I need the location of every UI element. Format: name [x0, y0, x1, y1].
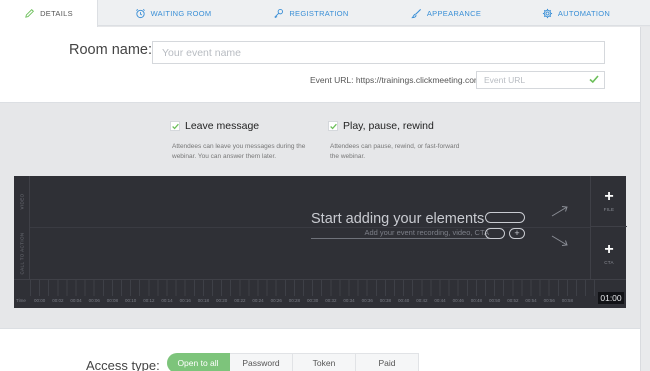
- ruler-tick-label: 00:14: [161, 298, 173, 303]
- room-name-label: Room name:: [69, 42, 153, 58]
- tab-registration-label: REGISTRATION: [289, 8, 349, 18]
- current-time-badge: 01:00: [598, 292, 624, 304]
- ruler-tick-lines: [30, 280, 598, 296]
- tab-automation[interactable]: AUTOMATION: [540, 0, 612, 26]
- ruler-tick-label: 00:34: [343, 298, 355, 303]
- plus-icon: +: [604, 240, 614, 258]
- start-adding-title: Start adding your elements: [311, 211, 485, 227]
- pencil-icon: [25, 9, 35, 18]
- tab-appearance[interactable]: APPEARANCE: [408, 0, 484, 26]
- add-element-icon[interactable]: +: [509, 228, 525, 239]
- ruler-tick-label: 00:32: [325, 298, 337, 303]
- details-panel: [0, 27, 640, 103]
- ruler-tick-label: 00:30: [307, 298, 319, 303]
- ruler-tick-label: 00:36: [361, 298, 373, 303]
- scrollbar[interactable]: [640, 27, 650, 371]
- play-pause-description: Attendees can pause, rewind, or fast-for…: [330, 143, 460, 160]
- lane-divider: [30, 227, 590, 228]
- ruler-tick-label: 00:16: [179, 298, 191, 303]
- access-type-label: Access type:: [86, 358, 160, 371]
- add-file-label: FILE: [603, 207, 615, 212]
- tab-details-label: DETAILS: [40, 9, 73, 18]
- ruler-tick-label: 00:04: [70, 298, 82, 303]
- ruler-tick-labels: Time 00:00 00:02 00:04 00:06 00:08 00:10 00:12…: [14, 298, 614, 308]
- access-option-paid[interactable]: Paid: [356, 353, 419, 371]
- ruler-tick-label: 00:08: [106, 298, 119, 303]
- top-tabs: DETAILS WAITING ROOM REGISTRATION APPEAR…: [0, 0, 650, 27]
- check-icon: [330, 123, 337, 130]
- start-adding-subtitle: Add your event recording, video, CTA: [311, 228, 489, 239]
- element-pill-placeholder: [485, 212, 525, 223]
- ruler-tick-label: 00:10: [125, 298, 137, 303]
- event-url-label: Event URL: https://trainings.clickmeetin…: [310, 75, 484, 85]
- ruler-tick-label: 00:06: [88, 298, 100, 303]
- time-ruler[interactable]: Time 00:00 00:02 00:04 00:06 00:08 00:10 00:12…: [14, 279, 626, 308]
- event-url-input[interactable]: [476, 71, 605, 89]
- tab-waiting-room-label: WAITING ROOM: [150, 8, 212, 18]
- check-icon: [172, 123, 179, 130]
- ruler-tick-label: 00:02: [52, 298, 64, 303]
- ruler-tick-label: 00:12: [143, 298, 155, 303]
- ruler-time-label: Time: [16, 298, 26, 303]
- play-pause-checkbox[interactable]: [328, 121, 338, 131]
- ruler-tick-label: 00:58: [561, 298, 574, 303]
- leave-message-description: Attendees can leave you messages during …: [172, 143, 306, 160]
- ruler-tick-label: 00:54: [525, 298, 537, 303]
- play-pause-title: Play, pause, rewind: [343, 120, 434, 132]
- room-name-input[interactable]: [152, 41, 605, 64]
- ruler-tick-label: 00:20: [216, 298, 228, 303]
- ruler-tick-label: 00:24: [252, 298, 264, 303]
- ruler-tick-label: 00:56: [543, 298, 555, 303]
- ruler-tick-label: 00:18: [197, 298, 210, 303]
- ruler-tick-label: 00:28: [288, 298, 301, 303]
- ruler-tick-label: 00:00: [34, 298, 46, 303]
- plus-icon: +: [604, 188, 614, 205]
- access-option-token[interactable]: Token: [293, 353, 356, 371]
- add-cta-button[interactable]: + CTA: [591, 228, 627, 279]
- element-pill-placeholder: [485, 228, 505, 239]
- ruler-tick-label: 00:40: [398, 298, 410, 303]
- ruler-tick-label: 00:50: [489, 298, 501, 303]
- ruler-tick-label: 00:48: [470, 298, 483, 303]
- arrow-up-right-icon: [551, 206, 568, 217]
- gear-icon: [542, 8, 552, 18]
- timeline-editor[interactable]: VIDEO CALL TO ACTION Start adding your e…: [14, 176, 627, 308]
- access-option-password[interactable]: Password: [230, 353, 293, 371]
- tab-appearance-label: APPEARANCE: [426, 8, 482, 18]
- lane-label-video: VIDEO: [19, 193, 25, 210]
- arrow-down-right-icon: [551, 235, 568, 246]
- tab-registration[interactable]: REGISTRATION: [272, 0, 350, 26]
- key-icon: [274, 8, 284, 18]
- ruler-tick-label: 00:22: [234, 298, 246, 303]
- lane-label-cta: CALL TO ACTION: [19, 232, 25, 275]
- ruler-tick-label: 00:44: [434, 298, 446, 303]
- tab-waiting-room[interactable]: WAITING ROOM: [133, 0, 213, 26]
- brush-icon: [411, 8, 421, 18]
- ruler-tick-label: 00:38: [379, 298, 392, 303]
- side-buttons: + FILE + CTA: [590, 176, 627, 279]
- leave-message-checkbox[interactable]: [170, 121, 180, 131]
- tab-details[interactable]: DETAILS: [0, 0, 98, 27]
- ruler-tick-label: 00:46: [452, 298, 464, 303]
- ruler-tick-label: 00:42: [416, 298, 428, 303]
- leave-message-title: Leave message: [185, 120, 260, 132]
- ruler-tick-label: 00:52: [507, 298, 519, 303]
- lane-labels: VIDEO CALL TO ACTION: [14, 176, 30, 279]
- add-cta-label: CTA: [604, 259, 614, 265]
- access-option-open[interactable]: Open to all: [167, 353, 230, 371]
- add-file-button[interactable]: + FILE: [591, 176, 627, 227]
- access-type-tabs: Open to all Password Token Paid: [167, 353, 419, 371]
- ruler-tick-label: 00:26: [270, 298, 282, 303]
- tab-automation-label: AUTOMATION: [557, 8, 611, 18]
- alarm-clock-icon: [135, 8, 145, 18]
- check-icon: [589, 75, 599, 84]
